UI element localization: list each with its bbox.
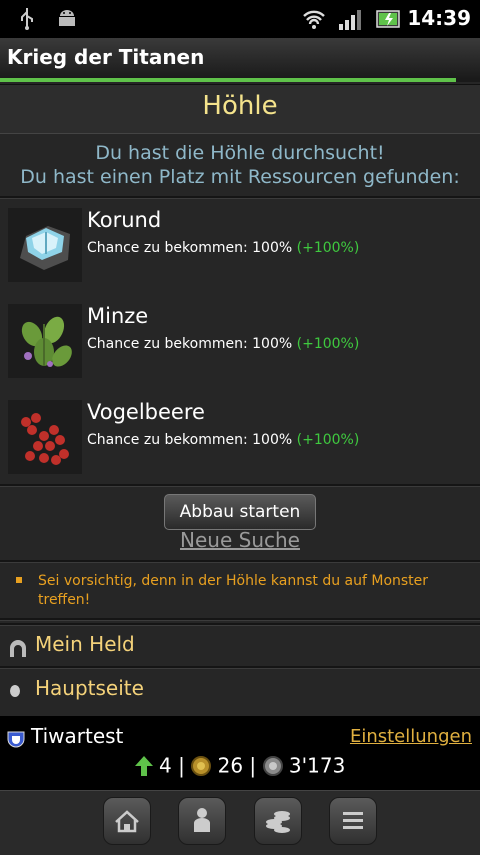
nav-menu-button[interactable] xyxy=(329,797,377,845)
page-title: Höhle xyxy=(202,91,278,121)
battery-icon xyxy=(376,10,400,28)
settings-link[interactable]: Einstellungen xyxy=(350,726,472,747)
android-icon xyxy=(59,10,75,26)
divider xyxy=(0,666,480,669)
divider xyxy=(0,560,480,563)
home-icon xyxy=(115,810,139,833)
menu-item-label: Hauptseite xyxy=(35,676,144,700)
clock: 14:39 xyxy=(407,6,471,30)
resource-chance: Chance zu bekommen: 100% (+100%) xyxy=(87,432,360,448)
menu-item-my-hero[interactable]: Mein Held xyxy=(0,626,480,668)
menu-icon xyxy=(343,812,363,829)
new-search-link[interactable]: Neue Suche xyxy=(0,528,480,552)
stat-separator: | xyxy=(178,753,185,778)
resource-name: Minze xyxy=(87,304,149,328)
resource-chance: Chance zu bekommen: 100% (+100%) xyxy=(87,240,360,256)
nav-profile-button[interactable] xyxy=(178,797,226,845)
resource-bonus: (+100%) xyxy=(296,240,360,256)
resource-item: Vogelbeere Chance zu bekommen: 100% (+10… xyxy=(0,394,480,486)
wifi-icon xyxy=(303,10,325,29)
coins-icon xyxy=(266,811,290,833)
search-result-message: Du hast die Höhle durchsucht! xyxy=(95,142,385,164)
warning-message: Sei vorsichtig, denn in der Höhle kannst… xyxy=(38,573,429,608)
resource-bonus: (+100%) xyxy=(296,336,360,352)
resource-name: Korund xyxy=(87,208,162,232)
resource-name: Vogelbeere xyxy=(87,400,205,424)
player-stats: 4 | 26 | 3'173 xyxy=(0,752,480,778)
status-bar: 14:39 xyxy=(0,0,480,38)
stat-separator: | xyxy=(249,753,257,778)
player-name: Tiwartest xyxy=(31,724,124,748)
gold-coin-icon xyxy=(191,755,212,776)
home-bullet-icon xyxy=(10,685,20,697)
level-up-arrow-icon xyxy=(134,755,153,776)
menu-item-main-page[interactable]: Hauptseite xyxy=(0,670,480,712)
resource-bonus: (+100%) xyxy=(296,432,360,448)
mint-icon xyxy=(8,304,82,378)
player-gold: 26 xyxy=(217,753,244,778)
app-title: Krieg der Titanen xyxy=(7,45,205,69)
resource-item: Korund Chance zu bekommen: 100% (+100%) xyxy=(0,202,480,294)
app-titlebar: Krieg der Titanen xyxy=(0,38,480,78)
resources-found-message: Du hast einen Platz mit Ressourcen gefun… xyxy=(20,166,460,188)
signal-icon xyxy=(339,10,361,30)
progress-fill xyxy=(0,78,456,82)
hero-icon xyxy=(10,640,26,657)
bottom-navbar xyxy=(0,790,480,855)
corundum-icon xyxy=(8,208,82,282)
person-icon xyxy=(194,808,210,832)
nav-home-button[interactable] xyxy=(103,797,151,845)
player-level: 4 xyxy=(159,753,172,778)
menu-item-label: Mein Held xyxy=(35,632,135,656)
rowanberry-icon xyxy=(8,400,82,474)
divider xyxy=(0,484,480,487)
usb-icon xyxy=(21,8,33,30)
nav-coins-button[interactable] xyxy=(254,797,302,845)
warning-bullet-icon xyxy=(16,577,22,583)
cave-header: Höhle xyxy=(0,84,480,134)
divider xyxy=(0,196,480,199)
start-mining-button[interactable]: Abbau starten xyxy=(164,494,316,530)
player-silver: 3'173 xyxy=(288,753,346,778)
resource-chance: Chance zu bekommen: 100% (+100%) xyxy=(87,336,360,352)
faction-shield-icon xyxy=(7,731,25,748)
silver-coin-icon xyxy=(262,755,283,776)
resource-item: Minze Chance zu bekommen: 100% (+100%) xyxy=(0,298,480,390)
divider xyxy=(0,618,480,621)
